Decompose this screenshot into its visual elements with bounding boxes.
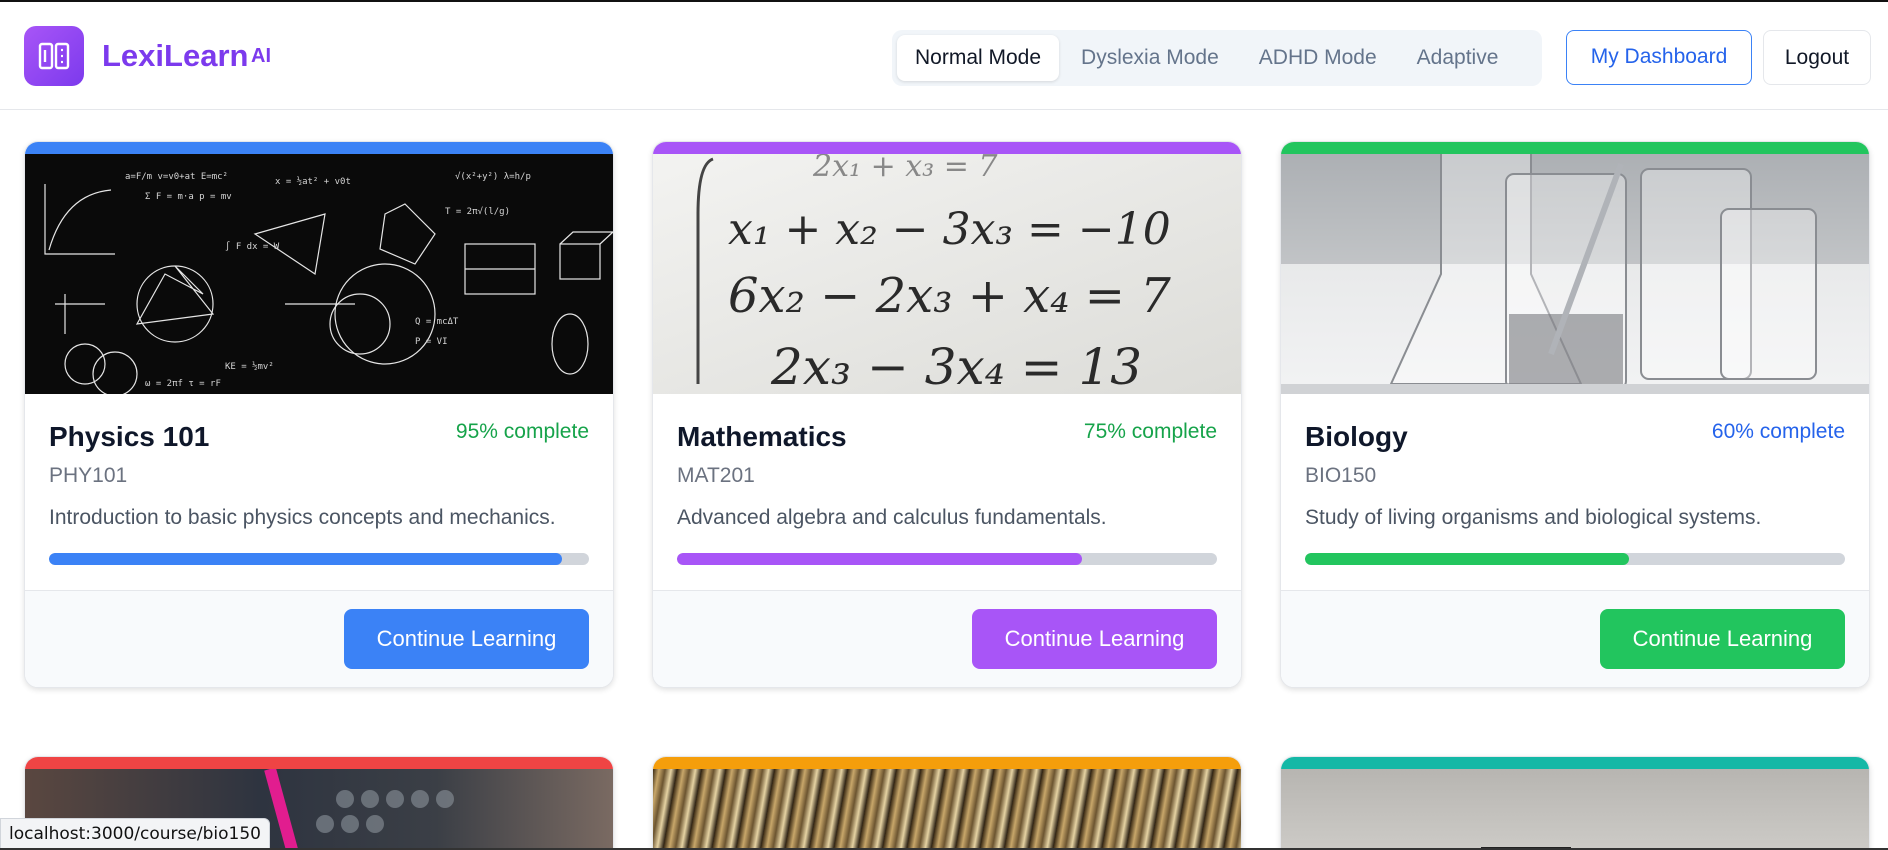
course-card-next-2[interactable] <box>652 756 1242 850</box>
link-preview-status: localhost:3000/course/bio150 <box>0 818 270 850</box>
app-name-suffix: AI <box>251 45 271 67</box>
course-accent-bar <box>1281 142 1869 154</box>
course-progress-bar <box>49 553 589 565</box>
course-progress-fill <box>677 553 1082 565</box>
course-image-biology <box>1281 154 1869 394</box>
svg-text:T = 2π√(l/g): T = 2π√(l/g) <box>445 206 510 217</box>
svg-text:a=F/m v=v0+at E=mc²: a=F/m v=v0+at E=mc² <box>125 172 228 182</box>
svg-text:x = ½at² + v0t: x = ½at² + v0t <box>275 176 351 187</box>
svg-text:6x₂ − 2x₃ + x₄ = 7: 6x₂ − 2x₃ + x₄ = 7 <box>728 268 1171 324</box>
course-accent-bar <box>25 142 613 154</box>
course-description: Study of living organisms and biological… <box>1305 506 1762 529</box>
course-image-physics: a=F/m v=v0+at E=mc² Σ F = m·a p = mv x =… <box>25 154 613 394</box>
course-progress-text: 60% complete <box>1711 420 1845 443</box>
continue-learning-button[interactable]: Continue Learning <box>1600 609 1845 669</box>
course-card-footer: Continue Learning <box>653 590 1241 687</box>
app-logo[interactable] <box>24 26 84 86</box>
svg-text:KE = ½mv²: KE = ½mv² <box>225 361 274 372</box>
svg-text:√(x²+y²) λ=h/p: √(x²+y²) λ=h/p <box>455 171 531 182</box>
course-progress-bar <box>1305 553 1845 565</box>
svg-text:2x₁ + x₃ = 7: 2x₁ + x₃ = 7 <box>812 154 998 184</box>
course-description: Introduction to basic physics concepts a… <box>49 506 556 529</box>
mode-dyslexia-button[interactable]: Dyslexia Mode <box>1063 35 1237 81</box>
svg-text:∫ F dx = W: ∫ F dx = W <box>225 241 280 252</box>
course-code: MAT201 <box>677 464 755 487</box>
mode-normal-button[interactable]: Normal Mode <box>897 35 1060 81</box>
svg-text:Σ F = m·a p = mv: Σ F = m·a p = mv <box>145 192 232 202</box>
course-progress-fill <box>49 553 562 565</box>
course-accent-bar <box>653 142 1241 154</box>
svg-text:x₁ + x₂ − 3x₃ = −10: x₁ + x₂ − 3x₃ = −10 <box>728 204 1171 255</box>
course-progress-text: 95% complete <box>455 420 589 443</box>
my-dashboard-button[interactable]: My Dashboard <box>1566 30 1752 85</box>
course-code: PHY101 <box>49 464 128 487</box>
reading-mode-switcher: Normal Mode Dyslexia Mode ADHD Mode Adap… <box>892 30 1542 86</box>
course-image-literature <box>1281 769 1869 850</box>
continue-learning-button[interactable]: Continue Learning <box>972 609 1217 669</box>
mode-adaptive-button[interactable]: Adaptive <box>1399 35 1517 81</box>
svg-text:P = VI: P = VI <box>415 337 448 347</box>
svg-text:ω = 2πf τ = rF: ω = 2πf τ = rF <box>145 379 221 389</box>
course-progress-bar <box>677 553 1217 565</box>
course-card-physics[interactable]: a=F/m v=v0+at E=mc² Σ F = m·a p = mv x =… <box>24 141 614 688</box>
course-accent-bar <box>1281 757 1869 769</box>
svg-text:Q = mcΔT: Q = mcΔT <box>415 317 459 327</box>
svg-text:2x₃ − 3x₄ = 13: 2x₃ − 3x₄ = 13 <box>770 338 1142 394</box>
course-card-footer: Continue Learning <box>1281 590 1869 687</box>
course-image-history <box>653 769 1241 850</box>
course-card-mathematics[interactable]: 2x₁ + x₃ = 7 x₁ + x₂ − 3x₃ = −10 6x₂ − 2… <box>652 141 1242 688</box>
course-accent-bar <box>25 757 613 769</box>
course-image-mathematics: 2x₁ + x₃ = 7 x₁ + x₂ − 3x₃ = −10 6x₂ − 2… <box>653 154 1241 394</box>
logout-button[interactable]: Logout <box>1763 30 1871 85</box>
continue-learning-button[interactable]: Continue Learning <box>344 609 589 669</box>
mode-adhd-button[interactable]: ADHD Mode <box>1241 35 1395 81</box>
course-card-footer: Continue Learning <box>25 590 613 687</box>
course-description: Advanced algebra and calculus fundamenta… <box>677 506 1107 529</box>
book-icon <box>38 42 70 70</box>
course-card-biology[interactable]: Biology 60% complete BIO150 Study of liv… <box>1280 141 1870 688</box>
course-progress-text: 75% complete <box>1083 420 1217 443</box>
app-name: LexiLearn <box>102 38 249 73</box>
course-card-next-3[interactable] <box>1280 756 1870 850</box>
app-header: LexiLearn AI Normal Mode Dyslexia Mode A… <box>0 2 1888 110</box>
course-progress-fill <box>1305 553 1629 565</box>
course-code: BIO150 <box>1305 464 1377 487</box>
course-accent-bar <box>653 757 1241 769</box>
